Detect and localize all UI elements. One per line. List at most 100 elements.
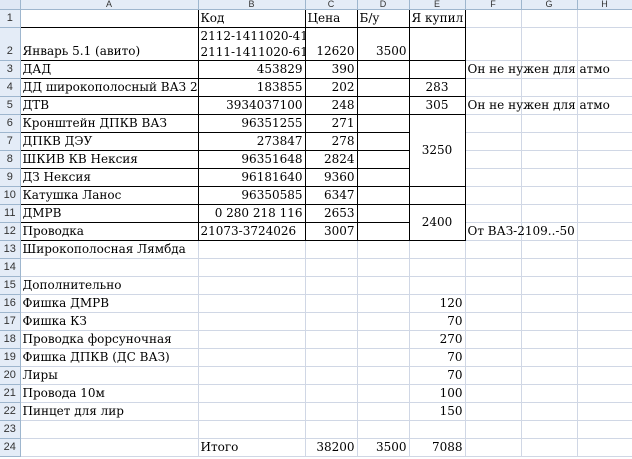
cell-d5[interactable] [357,96,410,115]
cell-h23[interactable] [577,420,632,439]
cell-c6[interactable]: 271 [305,114,358,133]
cell-f2[interactable] [465,27,522,61]
cell-d20[interactable] [357,366,410,385]
cell-h9[interactable] [577,168,632,187]
cell-d9[interactable] [357,168,410,187]
cell-a8[interactable]: ШКИВ КВ Нексия [19,150,199,169]
cell-g15[interactable] [521,276,578,295]
column-header-g[interactable]: G [521,0,578,10]
cell-f8[interactable] [465,150,522,169]
cell-e14[interactable] [409,258,466,277]
cell-c9[interactable]: 9360 [305,168,358,187]
cell-f6[interactable] [465,114,522,133]
cell-e13[interactable] [409,240,466,259]
cell-a9[interactable]: ДЗ Нексия [19,168,199,187]
cell-c12[interactable]: 3007 [305,222,358,241]
column-header-a[interactable]: A [20,0,199,10]
cell-a2[interactable]: Январь 5.1 (авито) [19,27,199,61]
cell-e1[interactable]: Я купил [408,9,466,28]
row-header[interactable]: 10 [0,186,21,205]
cell-b9[interactable]: 96181640 [198,168,306,187]
cell-b2[interactable]: 2112-1411020-41 2111-1411020-61 [198,27,306,61]
cell-h8[interactable] [577,150,632,169]
cell-e15[interactable] [409,276,466,295]
cell-g22[interactable] [521,402,578,421]
cell-f12[interactable]: От ВАЗ-2109..-50 [465,222,575,241]
row-header[interactable]: 14 [0,258,21,277]
cell-h19[interactable] [577,348,632,367]
cell-e20[interactable]: 70 [409,366,466,385]
row-header[interactable]: 12 [0,222,21,241]
cell-h21[interactable] [577,384,632,403]
cell-d6[interactable] [357,114,410,133]
cell-h11[interactable] [577,204,632,223]
row-header[interactable]: 4 [0,78,21,97]
row-header[interactable]: 13 [0,240,21,259]
cell-e18[interactable]: 270 [409,330,466,349]
cell-f24[interactable] [465,438,522,457]
row-header[interactable]: 24 [0,438,21,457]
cell-f3[interactable]: Он не нужен для атмо [465,60,610,79]
cell-a3[interactable]: ДАД [19,60,199,79]
cell-b8[interactable]: 96351648 [198,150,306,169]
cell-a13[interactable]: Широкополосная Лямбда [20,240,199,259]
cell-b21[interactable] [198,384,306,403]
row-header[interactable]: 16 [0,294,21,313]
cell-f10[interactable] [465,186,522,205]
cell-c8[interactable]: 2824 [305,150,358,169]
cell-g1[interactable] [521,9,578,28]
cell-h4[interactable] [577,78,632,97]
column-header-h[interactable]: H [577,0,632,10]
cell-e4[interactable]: 283 [408,78,466,97]
cell-f5[interactable]: Он не нужен для атмо [465,96,610,115]
cell-e19[interactable]: 70 [409,348,466,367]
cell-a12[interactable]: Проводка [19,222,199,241]
cell-b1[interactable]: Код [198,9,306,28]
cell-c21[interactable] [305,384,358,403]
cell-g18[interactable] [521,330,578,349]
cell-b10[interactable]: 96350585 [198,186,306,205]
cell-h24[interactable] [577,438,632,457]
cell-b12[interactable]: 21073-3724026 [198,222,306,241]
row-header[interactable]: 3 [0,60,21,79]
cell-h17[interactable] [577,312,632,331]
cell-f9[interactable] [465,168,522,187]
row-header[interactable]: 8 [0,150,21,169]
cell-a10[interactable]: Катушка Ланос [19,186,199,205]
cell-e16[interactable]: 120 [409,294,466,313]
cell-f13[interactable] [465,240,522,259]
cell-g23[interactable] [521,420,578,439]
cell-g14[interactable] [521,258,578,277]
cell-c11[interactable]: 2653 [305,204,358,223]
row-header[interactable]: 21 [0,384,21,403]
cell-d8[interactable] [357,150,410,169]
row-header[interactable]: 20 [0,366,21,385]
cell-g9[interactable] [521,168,578,187]
cell-a16[interactable]: Фишка ДМРВ [20,294,199,313]
cell-c2[interactable]: 12620 [305,27,358,61]
cell-f4[interactable] [465,78,522,97]
cell-b7[interactable]: 273847 [198,132,306,151]
cell-f11[interactable] [465,204,522,223]
cell-f20[interactable] [465,366,522,385]
cell-d10[interactable] [357,186,410,205]
cell-d2[interactable]: 3500 [357,27,410,61]
cell-a24[interactable] [20,438,199,457]
cell-a20[interactable]: Лиры [20,366,199,385]
cell-c14[interactable] [305,258,358,277]
column-header-e[interactable]: E [409,0,466,10]
cell-c22[interactable] [305,402,358,421]
cell-b17[interactable] [198,312,306,331]
cell-f19[interactable] [465,348,522,367]
cell-a23[interactable] [20,420,199,439]
cell-b3[interactable]: 453829 [198,60,306,79]
cell-g6[interactable] [521,114,578,133]
cell-h15[interactable] [577,276,632,295]
cell-f18[interactable] [465,330,522,349]
cell-a5[interactable]: ДТВ [19,96,199,115]
cell-d15[interactable] [357,276,410,295]
cell-h16[interactable] [577,294,632,313]
cell-c1[interactable]: Цена [305,9,358,28]
cell-d24[interactable]: 3500 [357,438,410,457]
cell-c23[interactable] [305,420,358,439]
